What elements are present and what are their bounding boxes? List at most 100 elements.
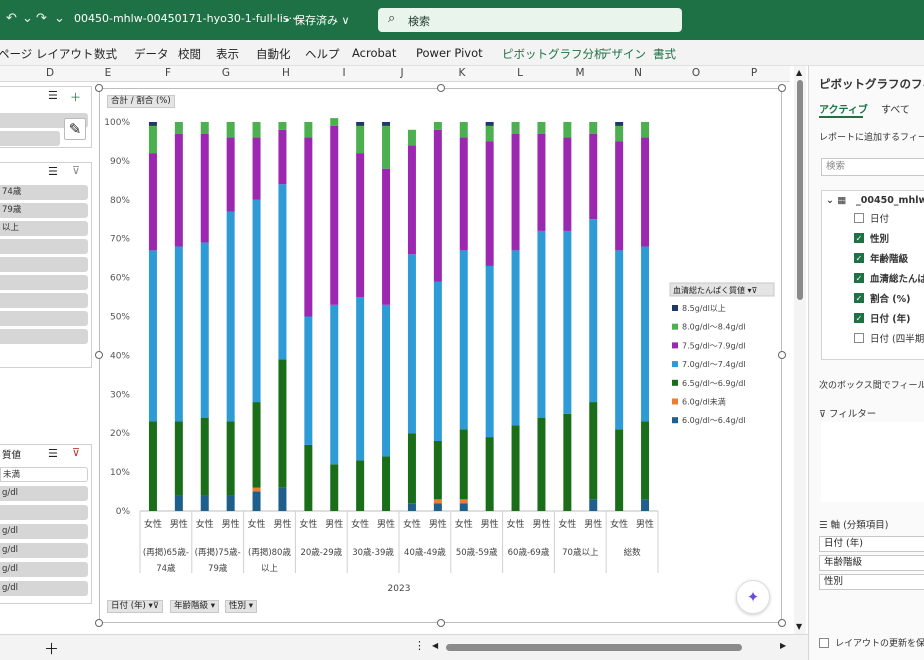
field-checkbox[interactable] — [854, 333, 864, 343]
tab-review[interactable]: 校閲 — [178, 46, 201, 62]
slicer-item[interactable]: 以上 — [0, 221, 88, 236]
tab-design[interactable]: デザイン — [600, 46, 646, 62]
tab-help[interactable]: ヘルプ — [305, 46, 340, 62]
axis-field-item[interactable]: 性別 — [819, 574, 924, 590]
column-header[interactable]: N — [628, 67, 648, 79]
column-header[interactable]: E — [98, 67, 118, 79]
slicer-item[interactable]: g/dl — [0, 524, 88, 539]
tab-automate[interactable]: 自動化 — [256, 46, 291, 62]
resize-handle[interactable] — [95, 84, 103, 92]
file-name[interactable]: 00450-mhlw-00450171-hyo30-1-full-lis··· — [74, 12, 299, 25]
resize-handle[interactable] — [437, 619, 445, 627]
column-header[interactable]: D — [40, 67, 60, 79]
scroll-right-icon[interactable]: ▶ — [780, 641, 786, 650]
slicer-item[interactable] — [0, 293, 88, 308]
multi-select-icon[interactable]: ☰ — [48, 89, 58, 102]
clear-filter-icon[interactable]: ⊽ — [72, 446, 80, 459]
tab-data[interactable]: データ — [134, 46, 169, 62]
scroll-down-icon[interactable]: ▼ — [796, 622, 802, 631]
slicer-item[interactable] — [0, 275, 88, 290]
slicer-item[interactable]: g/dl — [0, 581, 88, 596]
scroll-left-icon[interactable]: ◀ — [432, 641, 438, 650]
defer-update-checkbox[interactable] — [819, 638, 829, 648]
field-label[interactable]: 性別 — [870, 231, 889, 245]
column-header[interactable]: P — [744, 67, 764, 79]
clear-filter-icon[interactable]: ⊽ — [72, 164, 80, 177]
brush-icon[interactable]: ✎ — [64, 118, 86, 140]
tab-formulas[interactable]: 数式 — [94, 46, 117, 62]
tab-page-layout[interactable]: ページ レイアウト — [0, 46, 93, 62]
scroll-up-icon[interactable]: ▲ — [796, 68, 802, 77]
tab-all[interactable]: すべて — [881, 101, 910, 116]
column-header[interactable]: H — [276, 67, 296, 79]
resize-handle[interactable] — [437, 84, 445, 92]
field-label[interactable]: 日付 — [870, 211, 889, 225]
multi-select-icon[interactable]: ☰ — [48, 165, 58, 178]
field-search-input[interactable]: 検索 — [821, 158, 924, 176]
chart-svg[interactable]: 0%10%20%30%40%50%60%70%80%90%100%女性 男性 女性男… — [100, 89, 783, 624]
resize-handle[interactable] — [95, 351, 103, 359]
undo-dropdown-icon[interactable]: ⌄ — [22, 11, 33, 26]
search-box[interactable]: ⌕ 検索 — [378, 8, 682, 32]
slicer-item[interactable]: 74歳 — [0, 185, 88, 200]
column-header[interactable]: G — [216, 67, 236, 79]
slicer-age[interactable]: ☰ ⊽ 74歳 79歳 以上 — [0, 162, 92, 368]
slicer-item[interactable]: g/dl — [0, 543, 88, 558]
scroll-thumb[interactable] — [797, 80, 803, 300]
axis-field-button-sex[interactable]: 性別 ▾ — [225, 600, 257, 613]
field-label[interactable]: 日付 (年) — [870, 311, 911, 325]
column-header[interactable]: J — [392, 67, 412, 79]
resize-handle[interactable] — [95, 619, 103, 627]
more-icon[interactable]: ⋮ — [414, 639, 425, 652]
horizontal-scroll-thumb[interactable] — [446, 644, 742, 651]
tab-power-pivot[interactable]: Power Pivot — [416, 46, 483, 60]
customize-qat-icon[interactable]: ⌄ — [54, 11, 65, 26]
axis-field-item[interactable]: 日付 (年) — [819, 536, 924, 552]
field-checkbox[interactable]: ✓ — [854, 293, 864, 303]
tab-view[interactable]: 表示 — [216, 46, 239, 62]
tab-format[interactable]: 書式 — [653, 46, 676, 62]
slicer-item[interactable] — [0, 329, 88, 344]
resize-handle[interactable] — [778, 351, 786, 359]
field-checkbox[interactable]: ✓ — [854, 273, 864, 283]
slicer-item[interactable] — [0, 257, 88, 272]
table-name[interactable]: _00450_mhlw — [856, 195, 924, 206]
resize-handle[interactable] — [778, 84, 786, 92]
slicer-item[interactable]: 未満 — [0, 467, 88, 482]
field-label[interactable]: 年齢階級 — [870, 251, 908, 265]
slicer-item[interactable]: 79歳 — [0, 203, 88, 218]
column-header[interactable]: O — [686, 67, 706, 79]
axis-field-item[interactable]: 年齢階級 — [819, 555, 924, 571]
slicer-item[interactable]: g/dl — [0, 562, 88, 577]
field-checkbox[interactable]: ✓ — [854, 313, 864, 323]
column-header[interactable]: M — [570, 67, 590, 79]
field-checkbox[interactable]: ✓ — [854, 253, 864, 263]
field-label[interactable]: 血清総たんぱ — [870, 271, 924, 285]
slicer-item[interactable]: g/dl — [0, 486, 88, 501]
add-icon[interactable]: ＋ — [70, 89, 81, 105]
resize-handle[interactable] — [778, 619, 786, 627]
undo-icon[interactable]: ↶ — [6, 11, 17, 26]
vertical-scrollbar[interactable]: ▲ ▼ — [794, 66, 806, 634]
field-checkbox[interactable] — [854, 213, 864, 223]
save-status[interactable]: • 保存済み ∨ — [284, 12, 350, 28]
field-checkbox[interactable]: ✓ — [854, 233, 864, 243]
add-sheet-icon[interactable]: ＋ — [44, 638, 59, 659]
filter-drop-area[interactable] — [821, 422, 924, 502]
field-list[interactable]: ⌄ ▦ _00450_mhlw 日付 ✓ 性別 ✓ 年齢階級 ✓ 血清総たんぱ … — [821, 190, 924, 360]
tab-acrobat[interactable]: Acrobat — [352, 46, 396, 60]
slicer-item[interactable] — [0, 239, 88, 254]
redo-icon[interactable]: ↷ — [36, 11, 47, 26]
column-header[interactable]: L — [510, 67, 530, 79]
field-label[interactable]: 割合 (%) — [870, 291, 911, 305]
slicer-item[interactable] — [0, 505, 88, 520]
axis-field-button-age[interactable]: 年齢階級 ▾ — [170, 600, 219, 613]
column-header[interactable]: K — [452, 67, 472, 79]
field-label[interactable]: 日付 (四半期 — [870, 331, 924, 345]
column-header[interactable]: I — [334, 67, 354, 79]
pivot-chart[interactable]: 0% 10% 20% 30% 40% 50% 60% 70% 80% 90% 100% 女性 男性 女性男… — [99, 88, 782, 623]
tab-active[interactable]: アクティブ — [819, 101, 868, 116]
slicer-protein[interactable]: 質値 ☰ ⊽ 未満 g/dl g/dl g/dl g/dl g/dl — [0, 444, 92, 604]
axis-field-button-year[interactable]: 日付 (年) ▾⊽ — [107, 600, 164, 613]
tab-pivotchart-analyze[interactable]: ピボットグラフ分析 — [502, 46, 606, 62]
